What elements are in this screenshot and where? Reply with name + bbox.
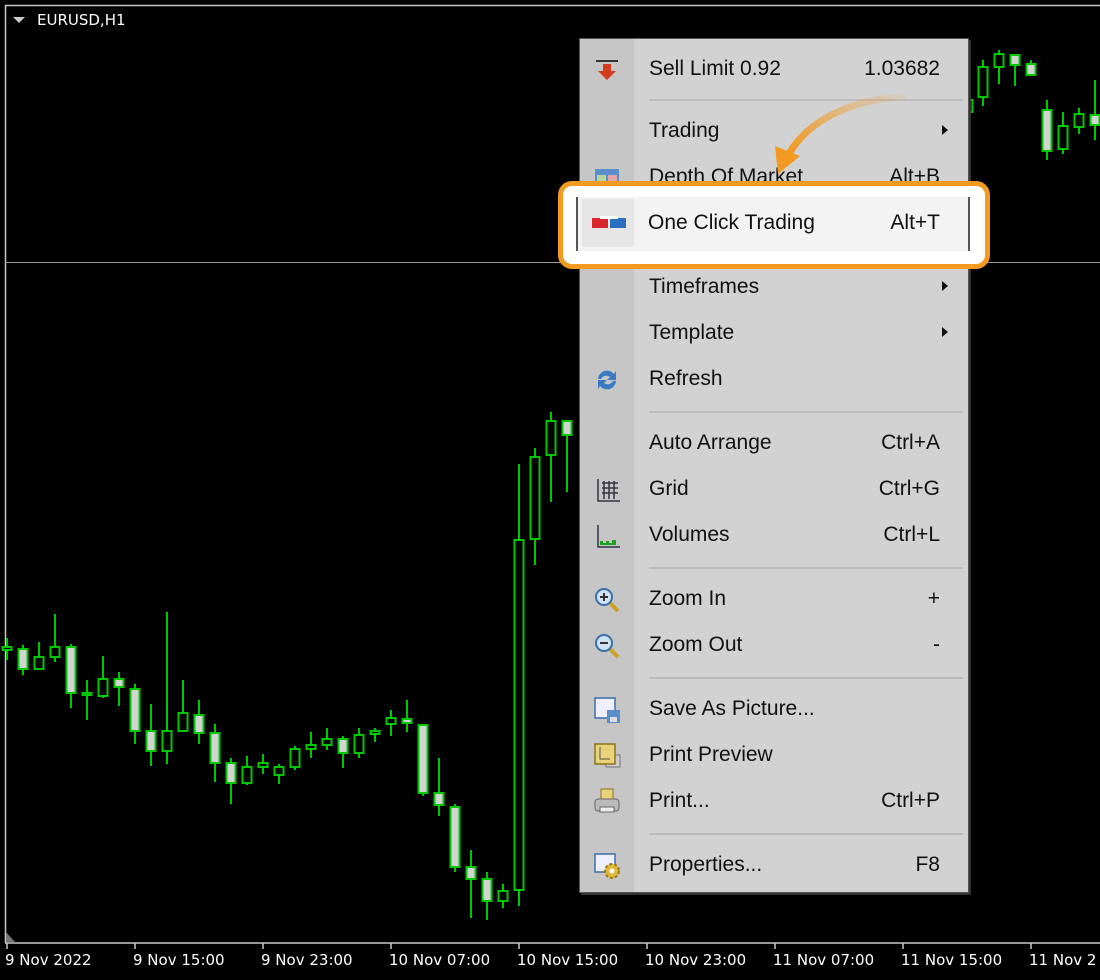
one-click-trading-shortcut: Alt+T [890, 211, 940, 234]
menu-item-one-click-trading[interactable]: One Click Trading Alt+T [576, 197, 970, 251]
one-click-trading-icon [592, 216, 626, 228]
pointer-arrow-annotation [775, 93, 906, 174]
one-click-trading-label: One Click Trading [648, 211, 815, 234]
